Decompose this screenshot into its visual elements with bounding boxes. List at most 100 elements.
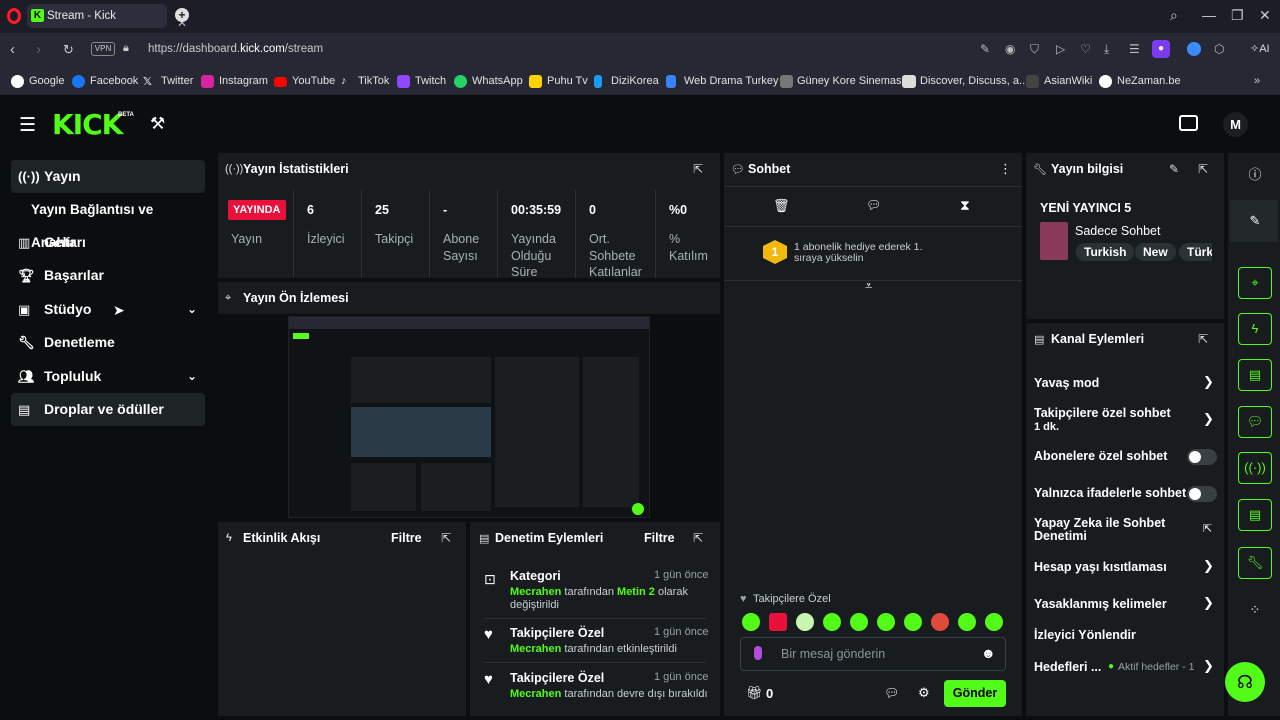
edit-icon[interactable]: ✎	[980, 42, 990, 56]
chevron-right-icon[interactable]: ❯	[1203, 411, 1214, 427]
opera-logo-icon[interactable]	[7, 8, 21, 24]
expand-icon[interactable]: ⇱	[1198, 332, 1208, 346]
browser-tab[interactable]: K Stream - Kick Dashboard ✕	[27, 4, 187, 46]
emote-icon[interactable]	[796, 613, 814, 631]
emote-icon[interactable]	[877, 613, 895, 631]
play-icon[interactable]: ▷	[1056, 42, 1065, 56]
sidebar-item-topluluk[interactable]: 👥︎ Topluluk ⌄	[11, 360, 205, 393]
bookmark-guneykore[interactable]: Güney Kore Sineması	[797, 75, 905, 87]
bookmark-puhutv[interactable]: Puhu Tv	[547, 75, 588, 87]
settings-gear-icon[interactable]: ⚙	[918, 685, 930, 701]
sidebar-item-studyo[interactable]: ▣ Stüdyo ⌄	[11, 293, 205, 326]
search-tabs-icon[interactable]: ⌕	[1170, 7, 1178, 24]
expand-icon[interactable]: ⇱	[693, 162, 703, 176]
bookmark-whatsapp[interactable]: WhatsApp	[472, 75, 523, 87]
bookmark-discover[interactable]: Discover, Discuss, a...	[920, 75, 1028, 87]
download-icon[interactable]: ⤓	[1104, 42, 1109, 57]
forward-icon[interactable]: ›	[36, 41, 41, 58]
bookmark-facebook[interactable]: Facebook	[90, 75, 138, 87]
bookmark-twitch[interactable]: Twitch	[415, 75, 446, 87]
lightning-icon[interactable]: ϟ	[1238, 313, 1272, 345]
chevron-right-icon[interactable]: ❯	[1203, 558, 1214, 574]
extension-icon[interactable]	[1187, 42, 1201, 56]
sidebar-item-denetleme[interactable]: 🔧︎ Denetleme	[11, 326, 205, 359]
trash-icon[interactable]: 🗑︎	[773, 198, 790, 214]
emote-icon[interactable]	[769, 613, 787, 631]
bookmark-nezaman[interactable]: NeZaman.be	[1117, 75, 1181, 87]
emote-icon[interactable]	[823, 613, 841, 631]
chevron-right-icon[interactable]: ❯	[1203, 374, 1214, 390]
menu-list-icon[interactable]: ☰	[1129, 42, 1140, 56]
sidebar-item-basarilar[interactable]: 🏆︎ Başarılar	[11, 259, 205, 292]
emoji-icon[interactable]: ☻	[981, 645, 996, 661]
bookmark-asianwiki[interactable]: AsianWiki	[1044, 75, 1092, 87]
stream-preview-video[interactable]	[288, 316, 650, 518]
raid-viewers-label[interactable]: İzleyici Yönlendir	[1034, 628, 1136, 642]
bookmark-webdrama[interactable]: Web Drama Turkey	[684, 75, 779, 87]
sidebar-item-gelir[interactable]: ▥ Gelir	[11, 226, 205, 259]
reload-icon[interactable]: ↻	[63, 42, 74, 58]
emote-icon[interactable]	[931, 613, 949, 631]
info-icon[interactable]: ⓘ	[1238, 159, 1272, 191]
bookmark-dizikorea[interactable]: DiziKorea	[611, 75, 659, 87]
broadcast-icon[interactable]: ((·))	[1238, 452, 1272, 484]
bookmark-twitter[interactable]: Twitter	[161, 75, 193, 87]
collapse-icon[interactable]: ⩡	[865, 278, 872, 294]
notes-icon[interactable]: ▤	[1238, 359, 1272, 391]
more-options-icon[interactable]: ⋮	[999, 161, 1012, 177]
more-bookmarks-icon[interactable]: »	[1254, 75, 1260, 87]
hourglass-icon[interactable]: ⧗	[960, 197, 970, 214]
emote-icon[interactable]	[850, 613, 868, 631]
restore-icon[interactable]: ❐	[1231, 7, 1244, 24]
bookmark-tiktok[interactable]: TikTok	[358, 75, 389, 87]
bookmark-google[interactable]: Google	[29, 75, 64, 87]
category-thumbnail[interactable]	[1040, 222, 1068, 260]
emote-icon[interactable]	[904, 613, 922, 631]
chat-input[interactable]: Bir mesaj gönderin ☻	[740, 637, 1006, 671]
back-icon[interactable]: ‹	[10, 41, 15, 58]
emote-icon[interactable]	[985, 613, 1003, 631]
subscribers-only-toggle[interactable]	[1187, 449, 1217, 465]
kick-logo[interactable]: KICK	[52, 108, 123, 141]
sidebar-item-yayin-baglantisi[interactable]: Yayın Bağlantısı ve Anahtarı	[11, 193, 205, 250]
ai-moderation-label[interactable]: Yapay Zeka ile Sohbet Denetimi	[1034, 517, 1184, 542]
profile-icon[interactable]: ●	[1152, 40, 1170, 58]
widgets-icon[interactable]: ⁘	[1238, 594, 1272, 626]
channel-actions-icon[interactable]: ▤	[1238, 499, 1272, 531]
ai-button[interactable]: ✧AI	[1250, 42, 1270, 55]
slow-mode-label[interactable]: Yavaş mod	[1034, 376, 1099, 390]
sidebar-item-droplar[interactable]: ▤ Droplar ve ödüller	[11, 393, 205, 426]
camera-icon[interactable]: ◉	[1005, 42, 1015, 56]
microphone-icon[interactable]	[754, 646, 762, 660]
creator-tools-icon[interactable]	[1179, 115, 1198, 131]
sidebar-item-yayin[interactable]: ((·)) Yayın	[11, 160, 205, 193]
new-tab-icon[interactable]: +	[175, 8, 189, 22]
expand-icon[interactable]: ⇱	[693, 531, 703, 545]
hammer-icon[interactable]: ⚒	[150, 114, 165, 134]
stream-preview-icon[interactable]: ⌖	[1238, 267, 1272, 299]
cube-icon[interactable]: ⬡	[1214, 42, 1224, 56]
event-user[interactable]: Mecrahen	[510, 643, 561, 655]
chevron-right-icon[interactable]: ❯	[1203, 658, 1214, 674]
edit-pencil-icon[interactable]: ✎	[1238, 205, 1272, 237]
vpn-badge[interactable]: VPN	[91, 42, 115, 56]
bookmark-youtube[interactable]: YouTube	[292, 75, 335, 87]
hamburger-menu-icon[interactable]: ☰	[19, 114, 36, 137]
chat-icon[interactable]: 💬︎	[1238, 406, 1272, 438]
support-headset-icon[interactable]: ☊	[1225, 662, 1265, 702]
event-user[interactable]: Mecrahen	[510, 688, 561, 700]
activity-filter-button[interactable]: Filtre	[391, 531, 422, 545]
gift-promo-text[interactable]: 1 abonelik hediye ederek 1. sıraya yükse…	[794, 242, 944, 264]
expand-icon[interactable]: ⇱	[1198, 162, 1208, 176]
bookmark-instagram[interactable]: Instagram	[219, 75, 268, 87]
emote-icon[interactable]	[742, 613, 760, 631]
heart-icon[interactable]: ♡	[1080, 42, 1091, 56]
gift-icon[interactable]: 🎁︎	[746, 685, 763, 701]
chat-bubble-icon[interactable]: 💬︎	[866, 198, 881, 212]
chevron-right-icon[interactable]: ❯	[1203, 595, 1214, 611]
send-button[interactable]: Gönder	[944, 680, 1006, 707]
edit-pencil-icon[interactable]: ✎	[1169, 162, 1179, 176]
followers-only-chat-label[interactable]: Takipçilere özel sohbet	[1034, 406, 1171, 420]
minimize-icon[interactable]: —	[1202, 7, 1216, 23]
url-field[interactable]: https://dashboard.kick.com/stream	[148, 43, 323, 55]
